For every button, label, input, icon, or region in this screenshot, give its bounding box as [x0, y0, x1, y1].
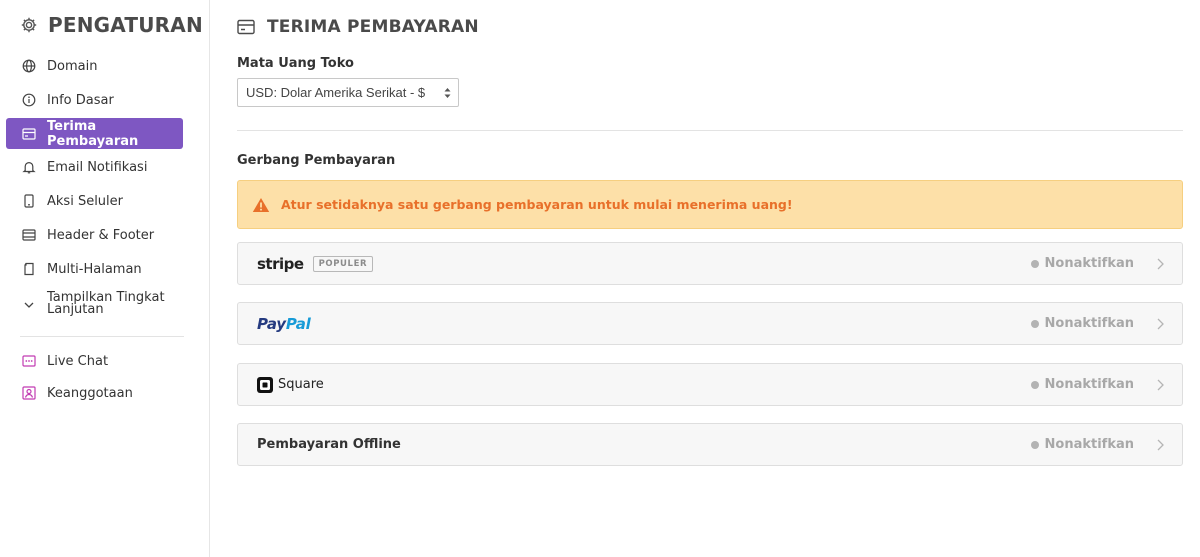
status-text: Nonaktifkan [1044, 316, 1134, 331]
info-icon [22, 93, 36, 107]
sidebar-item-label: Domain [47, 58, 98, 74]
stripe-logo: stripe [257, 254, 304, 273]
sidebar-item-header-footer[interactable]: Header & Footer [6, 224, 183, 246]
status-text: Nonaktifkan [1044, 377, 1134, 392]
status-badge: Nonaktifkan [1030, 364, 1134, 405]
paypal-logo-part2: Pal [285, 314, 311, 333]
sidebar-item-multi-halaman[interactable]: Multi-Halaman [6, 258, 183, 280]
popular-badge: POPULER [312, 255, 374, 272]
sidebar-item-live-chat[interactable]: Live Chat [6, 350, 183, 372]
sidebar-item-tampilkan-lanjutan[interactable]: Tampilkan Tingkat Lanjutan [6, 291, 183, 320]
status-dot-icon [1030, 319, 1039, 328]
payment-card-icon [22, 127, 36, 141]
status-badge: Nonaktifkan [1030, 243, 1134, 284]
globe-icon [22, 59, 36, 73]
gateway-row-stripe[interactable]: stripe POPULER Nonaktifkan [237, 242, 1183, 285]
sidebar-item-label: Keanggotaan [47, 385, 133, 401]
status-text: Nonaktifkan [1044, 437, 1134, 452]
sidebar-item-label: Live Chat [47, 353, 109, 369]
sidebar-item-email-notifikasi[interactable]: Email Notifikasi [6, 156, 183, 178]
sidebar-title: PENGATURAN [20, 13, 203, 37]
divider [237, 130, 1183, 131]
sidebar-item-terima-pembayaran[interactable]: Terima Pembayaran [6, 118, 183, 149]
member-icon [22, 386, 36, 400]
sidebar-item-label: Tampilkan Tingkat Lanjutan [47, 291, 165, 317]
square-logo: Square [257, 376, 324, 393]
gateway-row-offline[interactable]: Pembayaran Offline Nonaktifkan [237, 423, 1183, 466]
paypal-logo-part1: Pay [257, 314, 286, 333]
warning-text: Atur setidaknya satu gerbang pembayaran … [281, 197, 793, 212]
page-title-text: TERIMA PEMBAYARAN [267, 17, 479, 37]
gateways-label: Gerbang Pembayaran [237, 153, 396, 168]
status-badge: Nonaktifkan [1030, 424, 1134, 465]
select-arrows-icon [444, 88, 451, 98]
currency-select-value: USD: Dolar Amerika Serikat - $ [246, 85, 426, 100]
square-logo-text: Square [278, 377, 324, 392]
chevron-right-icon [1157, 258, 1164, 270]
sidebar-item-label: Header & Footer [47, 227, 155, 243]
warning-icon [252, 197, 270, 213]
sidebar-item-label: Multi-Halaman [47, 261, 142, 277]
sidebar-item-info-dasar[interactable]: Info Dasar [6, 89, 183, 111]
gateway-row-paypal[interactable]: PayPal Nonaktifkan [237, 302, 1183, 345]
gateway-row-square[interactable]: Square Nonaktifkan [237, 363, 1183, 406]
sidebar-item-label: Terima Pembayaran [47, 118, 139, 149]
paypal-logo: PayPal [257, 315, 311, 333]
sidebar-item-label: Info Dasar [47, 92, 114, 108]
pages-icon [22, 262, 36, 276]
currency-label: Mata Uang Toko [237, 56, 354, 71]
sidebar-item-label: Aksi Seluler [47, 193, 123, 209]
status-dot-icon [1030, 380, 1039, 389]
sidebar-item-keanggotaan[interactable]: Keanggotaan [6, 382, 183, 404]
sidebar-divider [20, 336, 184, 337]
chat-icon [22, 354, 36, 368]
status-dot-icon [1030, 440, 1039, 449]
layout-icon [22, 228, 36, 242]
chevron-right-icon [1157, 439, 1164, 451]
sidebar-title-text: PENGATURAN [48, 13, 203, 37]
sidebar-item-label-line2: Lanjutan [47, 302, 104, 317]
status-dot-icon [1030, 259, 1039, 268]
sidebar-item-label: Email Notifikasi [47, 159, 148, 175]
chevron-down-icon [22, 298, 36, 312]
mobile-icon [22, 194, 36, 208]
gear-icon [20, 16, 38, 34]
status-badge: Nonaktifkan [1030, 303, 1134, 344]
page-title: TERIMA PEMBAYARAN [237, 17, 479, 37]
chevron-right-icon [1157, 379, 1164, 391]
sidebar-item-domain[interactable]: Domain [6, 55, 183, 77]
sidebar-item-aksi-seluler[interactable]: Aksi Seluler [6, 190, 183, 212]
square-logo-icon [257, 376, 273, 393]
warning-alert: Atur setidaknya satu gerbang pembayaran … [237, 180, 1183, 229]
currency-select[interactable]: USD: Dolar Amerika Serikat - $ [237, 78, 459, 107]
chevron-right-icon [1157, 318, 1164, 330]
payment-card-icon [237, 19, 255, 35]
status-text: Nonaktifkan [1044, 256, 1134, 271]
bell-icon [22, 160, 36, 174]
sidebar: PENGATURAN Domain Info Dasar Terima Pemb… [0, 0, 210, 557]
offline-payment-label: Pembayaran Offline [257, 437, 401, 452]
